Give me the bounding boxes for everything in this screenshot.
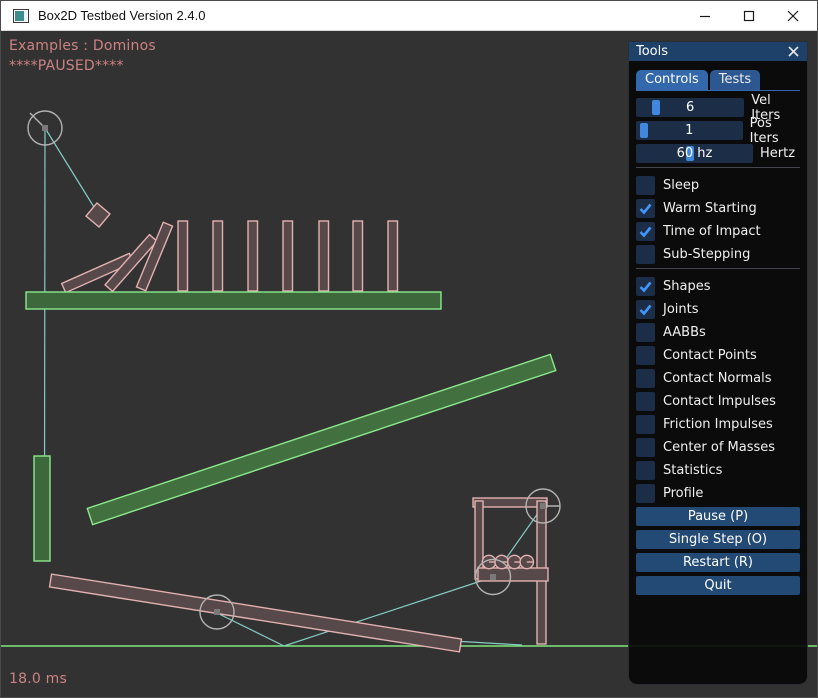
tools-panel-close-button[interactable]: [786, 45, 800, 59]
tab-controls[interactable]: Controls: [636, 70, 708, 90]
checkbox-label: Profile: [663, 486, 703, 501]
separator: [636, 268, 800, 269]
checkbox-row-contact-impulses: Contact Impulses: [636, 392, 800, 411]
checkbox-row-aabbs: AABBs: [636, 323, 800, 342]
fallen-dominos[interactable]: [62, 222, 173, 292]
tab-bar: ControlsTests: [636, 68, 800, 91]
checkbox-contact-points[interactable]: [636, 346, 655, 365]
checkbox-joints[interactable]: [636, 300, 655, 319]
checkbox-row-friction-impulses: Friction Impulses: [636, 415, 800, 434]
checkbox-profile[interactable]: [636, 484, 655, 503]
checkbox-warm-starting[interactable]: [636, 199, 655, 218]
maximize-icon: [743, 10, 755, 22]
restart-button[interactable]: Restart (R): [636, 553, 800, 572]
window-titlebar[interactable]: Box2D Testbed Version 2.4.0: [1, 1, 817, 31]
checkbox-center-of-masses[interactable]: [636, 438, 655, 457]
slider-value: 60 hz: [636, 144, 753, 163]
checkbox-label: Contact Impulses: [663, 394, 776, 409]
close-button[interactable]: [771, 1, 815, 31]
platform-static: [26, 292, 441, 309]
maximize-button[interactable]: [727, 1, 771, 31]
checkbox-time-of-impact[interactable]: [636, 222, 655, 241]
seesaw-plank-body[interactable]: [50, 574, 462, 652]
checkbox-row-contact-normals: Contact Normals: [636, 369, 800, 388]
checkbox-label: Friction Impulses: [663, 417, 773, 432]
checkbox-contact-impulses[interactable]: [636, 392, 655, 411]
slider-label: Hertz: [760, 146, 795, 161]
slider-hertz[interactable]: 60 hz: [636, 144, 753, 163]
minimize-icon: [699, 10, 711, 22]
slider-row-hertz: 60 hz Hertz: [636, 144, 800, 163]
checkbox-row-joints: Joints: [636, 300, 800, 319]
tools-panel-title: Tools: [636, 44, 786, 59]
checkbox-label: Sub-Stepping: [663, 247, 750, 262]
cradle-frame[interactable]: [473, 498, 548, 644]
frame-time-label: 18.0 ms: [9, 671, 67, 687]
tab-tests[interactable]: Tests: [710, 70, 760, 90]
checkbox-row-statistics: Statistics: [636, 461, 800, 480]
window-title: Box2D Testbed Version 2.4.0: [38, 8, 205, 23]
checkbox-row-time-of-impact: Time of Impact: [636, 222, 800, 241]
checkbox-friction-impulses[interactable]: [636, 415, 655, 434]
separator: [636, 167, 800, 168]
checkbox-label: Contact Points: [663, 348, 757, 363]
check-icon: [638, 279, 653, 294]
minimize-button[interactable]: [683, 1, 727, 31]
checkbox-label: Warm Starting: [663, 201, 757, 216]
checkbox-label: Shapes: [663, 279, 710, 294]
tools-panel-titlebar[interactable]: Tools: [629, 42, 807, 61]
checkbox-aabbs[interactable]: [636, 323, 655, 342]
checkbox-sleep[interactable]: [636, 176, 655, 195]
checkbox-shapes[interactable]: [636, 277, 655, 296]
hanging-box-body[interactable]: [86, 203, 110, 227]
simulation-viewport[interactable]: Examples : Dominos ****PAUSED**** 18.0 m…: [1, 31, 817, 697]
checkbox-sub-stepping[interactable]: [636, 245, 655, 264]
slider-value: 1: [636, 121, 743, 140]
checkbox-label: Time of Impact: [663, 224, 761, 239]
checkbox-row-profile: Profile: [636, 484, 800, 503]
button-group: Pause (P) Single Step (O) Restart (R) Quit: [636, 507, 800, 595]
checkbox-label: Contact Normals: [663, 371, 772, 386]
slider-row-vel-iters: 6Vel Iters: [636, 98, 800, 117]
close-icon: [787, 10, 799, 22]
checkbox-contact-normals[interactable]: [636, 369, 655, 388]
checkbox-label: Statistics: [663, 463, 722, 478]
quit-button[interactable]: Quit: [636, 576, 800, 595]
checkbox-statistics[interactable]: [636, 461, 655, 480]
checkbox-row-shapes: Shapes: [636, 277, 800, 296]
app-icon: [13, 8, 29, 24]
post-static: [34, 456, 50, 561]
standing-dominos[interactable]: [178, 221, 398, 291]
checkbox-row-warm-starting: Warm Starting: [636, 199, 800, 218]
single-step-button[interactable]: Single Step (O): [636, 530, 800, 549]
example-label: Examples : Dominos: [9, 38, 156, 54]
checkbox-label: Joints: [663, 302, 699, 317]
checkbox-label: Center of Masses: [663, 440, 775, 455]
checkbox-row-contact-points: Contact Points: [636, 346, 800, 365]
checkbox-row-sub-stepping: Sub-Stepping: [636, 245, 800, 264]
slider-vel-iters[interactable]: 6: [636, 98, 744, 117]
slider-group: 6Vel Iters1Pos Iters60 hzHertz: [636, 98, 800, 163]
checkbox-groups: Sleep Warm Starting Time of Impact Sub-Step…: [636, 176, 800, 503]
app-window: Box2D Testbed Version 2.4.0: [0, 0, 818, 698]
slider-value: 6: [636, 98, 744, 117]
close-icon: [788, 46, 799, 57]
checkbox-row-sleep: Sleep: [636, 176, 800, 195]
check-icon: [638, 302, 653, 317]
tools-panel: Tools ControlsTests 6Vel Iters1Pos Iters…: [628, 41, 808, 685]
check-icon: [638, 224, 653, 239]
checkbox-label: Sleep: [663, 178, 699, 193]
paused-label: ****PAUSED****: [9, 58, 124, 74]
slider-pos-iters[interactable]: 1: [636, 121, 743, 140]
check-icon: [638, 201, 653, 216]
slider-label: Pos Iters: [750, 116, 800, 146]
pause-button[interactable]: Pause (P): [636, 507, 800, 526]
checkbox-label: AABBs: [663, 325, 706, 340]
checkbox-row-center-of-masses: Center of Masses: [636, 438, 800, 457]
slider-row-pos-iters: 1Pos Iters: [636, 121, 800, 140]
